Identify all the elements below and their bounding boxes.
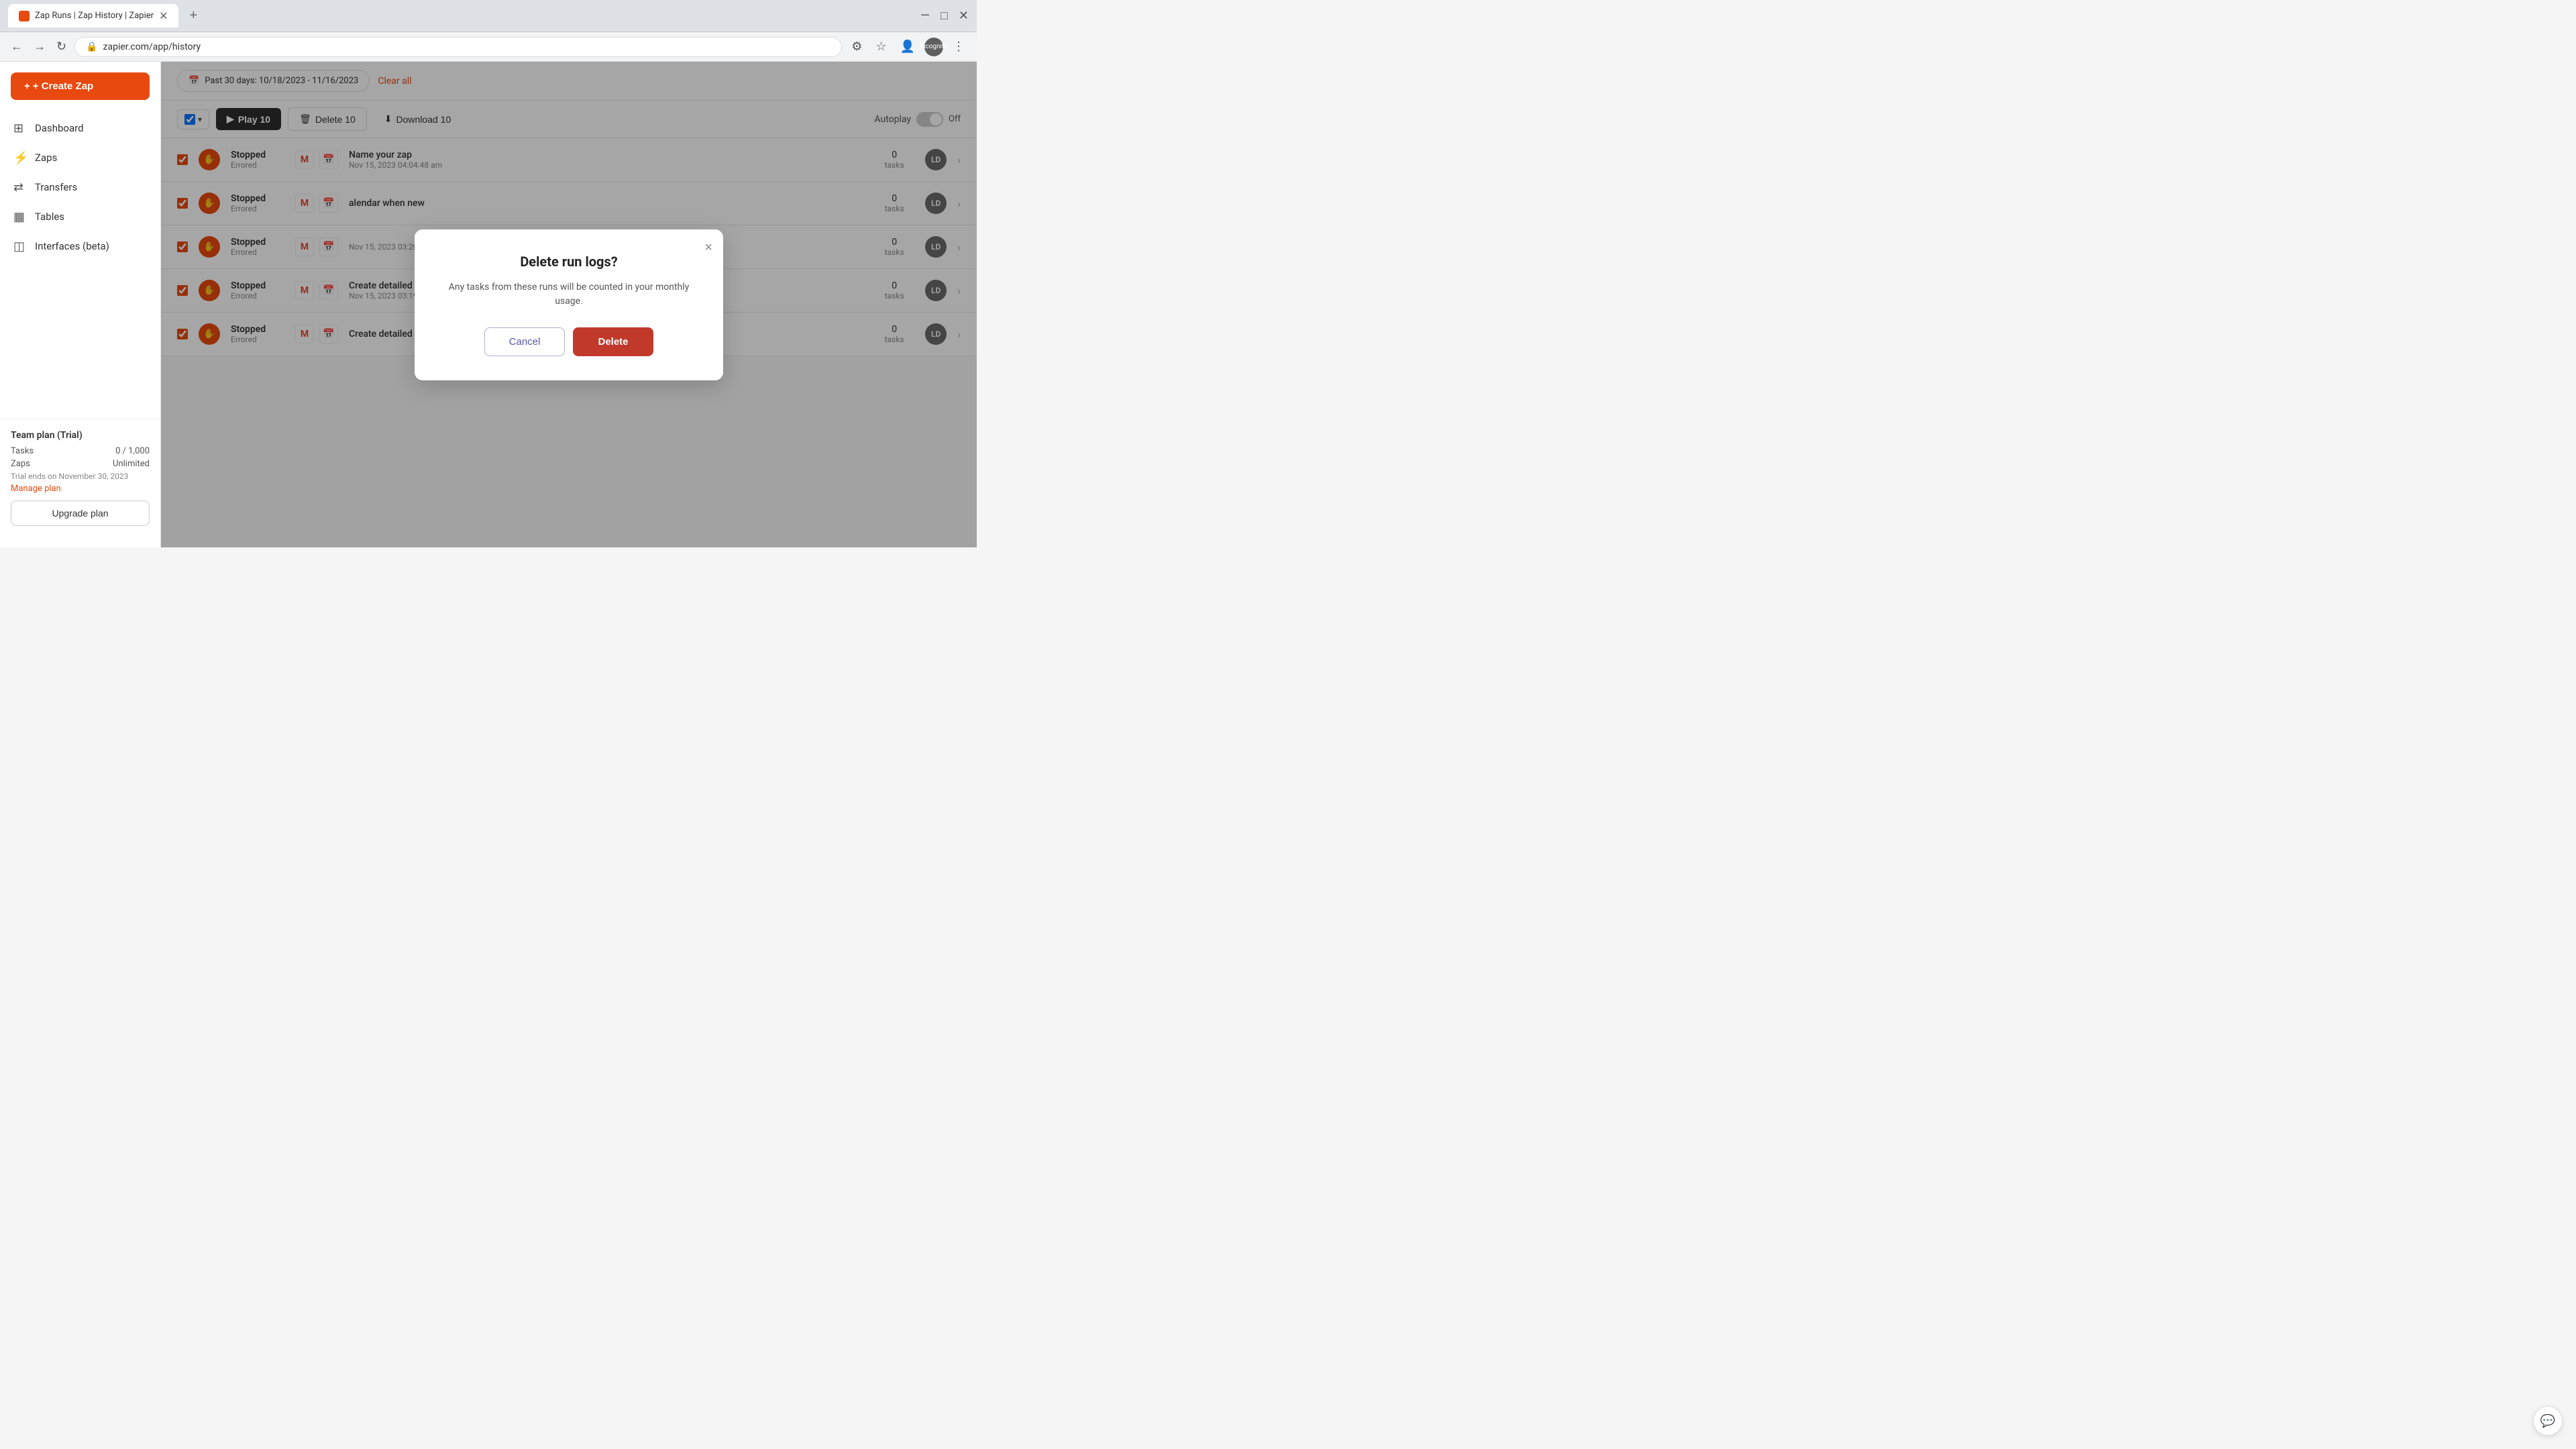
lock-icon: 🔒 [86, 42, 97, 52]
modal-description: Any tasks from these runs will be counte… [441, 280, 696, 309]
window-minimize[interactable]: — [920, 9, 930, 23]
sidebar-item-transfers-label: Transfers [35, 181, 77, 193]
window-restore[interactable]: □ [941, 9, 948, 23]
profile-button[interactable]: 👤 [896, 37, 919, 56]
new-tab-button[interactable]: + [184, 5, 203, 26]
main-content: 📅 Past 30 days: 10/18/2023 - 11/16/2023 … [161, 62, 977, 547]
zaps-value: Unlimited [113, 459, 150, 469]
sidebar-item-interfaces[interactable]: ◫ Interfaces (beta) [0, 231, 160, 261]
browser-toolbar: ⚙ ☆ 👤 Incognito ⋮ [847, 37, 969, 56]
tasks-label: Tasks [11, 446, 34, 456]
address-bar[interactable]: 🔒 zapier.com/app/history [74, 37, 842, 57]
refresh-button[interactable]: ↻ [54, 37, 69, 56]
support-icon: 💬 [2540, 1414, 2555, 1428]
create-zap-icon: + [24, 80, 30, 92]
address-text: zapier.com/app/history [103, 42, 201, 52]
plan-zaps-row: Zaps Unlimited [11, 459, 150, 469]
back-button[interactable]: ← [8, 37, 25, 56]
modal-title: Delete run logs? [441, 254, 696, 270]
transfers-icon: ⇄ [13, 180, 27, 194]
tables-icon: ▦ [13, 210, 27, 223]
sidebar-item-tables[interactable]: ▦ Tables [0, 202, 160, 231]
bookmark-button[interactable]: ☆ [871, 37, 890, 56]
sidebar-item-zaps[interactable]: ⚡ Zaps [0, 143, 160, 172]
zaps-label: Zaps [11, 459, 30, 469]
create-zap-button[interactable]: + + Create Zap [11, 72, 150, 100]
window-controls: — □ ✕ [920, 9, 969, 23]
sidebar-item-zaps-label: Zaps [35, 152, 57, 164]
extensions-button[interactable]: ⚙ [847, 37, 866, 56]
tab-title: Zap Runs | Zap History | Zapier [35, 11, 154, 21]
tasks-value: 0 / 1,000 [115, 446, 150, 456]
sidebar-item-transfers[interactable]: ⇄ Transfers [0, 172, 160, 202]
sidebar-bottom: Team plan (Trial) Tasks 0 / 1,000 Zaps U… [0, 419, 160, 537]
window-close[interactable]: ✕ [959, 9, 969, 23]
browser-tab[interactable]: Zap Runs | Zap History | Zapier ✕ [8, 4, 178, 28]
address-bar-row: ← → ↻ 🔒 zapier.com/app/history ⚙ ☆ 👤 Inc… [0, 32, 977, 62]
create-zap-label: + Create Zap [33, 80, 93, 92]
forward-button[interactable]: → [31, 37, 48, 56]
tab-close-button[interactable]: ✕ [159, 9, 168, 22]
delete-confirm-button[interactable]: Delete [573, 327, 653, 356]
cancel-button[interactable]: Cancel [484, 327, 565, 356]
trial-notice: Trial ends on November 30, 2023 [11, 472, 150, 481]
sidebar-item-dashboard-label: Dashboard [35, 122, 84, 134]
modal-overlay: × Delete run logs? Any tasks from these … [161, 62, 977, 547]
sidebar-item-interfaces-label: Interfaces (beta) [35, 240, 109, 252]
modal-close-button[interactable]: × [704, 240, 712, 256]
manage-plan-link[interactable]: Manage plan [11, 484, 150, 494]
dashboard-icon: ⊞ [13, 121, 27, 135]
sidebar-item-dashboard[interactable]: ⊞ Dashboard [0, 113, 160, 143]
upgrade-plan-button[interactable]: Upgrade plan [11, 500, 150, 526]
app-layout: + + Create Zap ⊞ Dashboard ⚡ Zaps ⇄ Tran… [0, 62, 977, 547]
sidebar-item-tables-label: Tables [35, 211, 64, 223]
delete-modal: × Delete run logs? Any tasks from these … [415, 229, 723, 380]
support-button[interactable]: 💬 [2533, 1406, 2563, 1436]
sidebar: + + Create Zap ⊞ Dashboard ⚡ Zaps ⇄ Tran… [0, 62, 161, 547]
interfaces-icon: ◫ [13, 239, 27, 253]
zaps-icon: ⚡ [13, 151, 27, 164]
plan-name: Team plan (Trial) [11, 430, 150, 441]
menu-button[interactable]: ⋮ [949, 37, 969, 56]
browser-chrome: Zap Runs | Zap History | Zapier ✕ + — □ … [0, 0, 977, 32]
incognito-badge: Incognito [924, 38, 943, 56]
plan-tasks-row: Tasks 0 / 1,000 [11, 446, 150, 456]
modal-actions: Cancel Delete [441, 327, 696, 356]
tab-favicon [19, 11, 30, 21]
incognito-label: Incognito [920, 43, 948, 50]
